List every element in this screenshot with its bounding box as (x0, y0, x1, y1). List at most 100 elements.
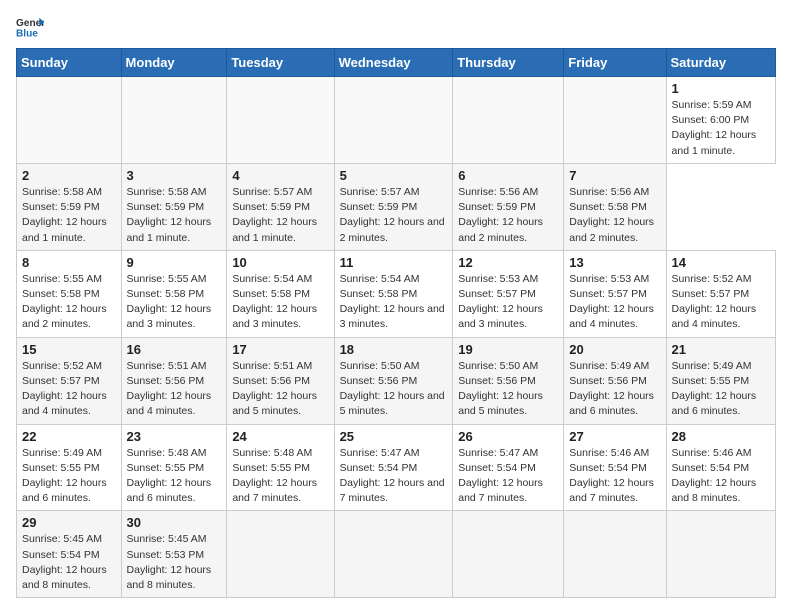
calendar-cell: 16 Sunrise: 5:51 AMSunset: 5:56 PMDayligh… (121, 337, 227, 424)
day-number: 4 (232, 168, 328, 183)
day-number: 18 (340, 342, 448, 357)
day-info: Sunrise: 5:59 AMSunset: 6:00 PMDaylight:… (672, 98, 770, 159)
day-info: Sunrise: 5:53 AMSunset: 5:57 PMDaylight:… (458, 272, 558, 333)
day-number: 17 (232, 342, 328, 357)
calendar-week-row: 1Sunrise: 5:59 AMSunset: 6:00 PMDaylight… (17, 77, 776, 164)
page-header: General Blue (16, 16, 776, 38)
header-friday: Friday (564, 49, 666, 77)
calendar-cell: 22 Sunrise: 5:49 AMSunset: 5:55 PMDayligh… (17, 424, 122, 511)
calendar-cell (121, 77, 227, 164)
day-number: 16 (127, 342, 222, 357)
calendar-cell: 2 Sunrise: 5:58 AMSunset: 5:59 PMDaylight… (17, 163, 122, 250)
calendar-cell (564, 511, 666, 598)
day-number: 28 (672, 429, 770, 444)
calendar-cell (334, 77, 453, 164)
calendar-cell: 23 Sunrise: 5:48 AMSunset: 5:55 PMDayligh… (121, 424, 227, 511)
day-number: 3 (127, 168, 222, 183)
day-number: 5 (340, 168, 448, 183)
calendar-cell: 10 Sunrise: 5:54 AMSunset: 5:58 PMDayligh… (227, 250, 334, 337)
day-info: Sunrise: 5:56 AMSunset: 5:59 PMDaylight:… (458, 185, 558, 246)
day-number: 29 (22, 515, 116, 530)
calendar-cell: 30 Sunrise: 5:45 AMSunset: 5:53 PMDayligh… (121, 511, 227, 598)
day-info: Sunrise: 5:48 AMSunset: 5:55 PMDaylight:… (232, 446, 328, 507)
day-info: Sunrise: 5:45 AMSunset: 5:53 PMDaylight:… (127, 532, 222, 593)
day-info: Sunrise: 5:50 AMSunset: 5:56 PMDaylight:… (458, 359, 558, 420)
day-info: Sunrise: 5:57 AMSunset: 5:59 PMDaylight:… (232, 185, 328, 246)
day-info: Sunrise: 5:54 AMSunset: 5:58 PMDaylight:… (232, 272, 328, 333)
day-info: Sunrise: 5:51 AMSunset: 5:56 PMDaylight:… (127, 359, 222, 420)
day-number: 13 (569, 255, 660, 270)
day-info: Sunrise: 5:55 AMSunset: 5:58 PMDaylight:… (22, 272, 116, 333)
day-info: Sunrise: 5:49 AMSunset: 5:55 PMDaylight:… (672, 359, 770, 420)
calendar-cell: 1Sunrise: 5:59 AMSunset: 6:00 PMDaylight… (666, 77, 775, 164)
day-info: Sunrise: 5:46 AMSunset: 5:54 PMDaylight:… (672, 446, 770, 507)
day-number: 14 (672, 255, 770, 270)
day-number: 22 (22, 429, 116, 444)
header-thursday: Thursday (453, 49, 564, 77)
day-number: 15 (22, 342, 116, 357)
day-number: 21 (672, 342, 770, 357)
calendar-header-row: SundayMondayTuesdayWednesdayThursdayFrid… (17, 49, 776, 77)
svg-text:Blue: Blue (16, 28, 38, 38)
calendar-cell (227, 77, 334, 164)
day-info: Sunrise: 5:54 AMSunset: 5:58 PMDaylight:… (340, 272, 448, 333)
calendar-cell: 28 Sunrise: 5:46 AMSunset: 5:54 PMDayligh… (666, 424, 775, 511)
calendar-cell: 21 Sunrise: 5:49 AMSunset: 5:55 PMDayligh… (666, 337, 775, 424)
calendar-cell: 26 Sunrise: 5:47 AMSunset: 5:54 PMDayligh… (453, 424, 564, 511)
calendar-cell: 3 Sunrise: 5:58 AMSunset: 5:59 PMDaylight… (121, 163, 227, 250)
day-info: Sunrise: 5:53 AMSunset: 5:57 PMDaylight:… (569, 272, 660, 333)
calendar-cell: 15 Sunrise: 5:52 AMSunset: 5:57 PMDayligh… (17, 337, 122, 424)
calendar-cell: 6Sunrise: 5:56 AMSunset: 5:59 PMDaylight… (453, 163, 564, 250)
day-info: Sunrise: 5:48 AMSunset: 5:55 PMDaylight:… (127, 446, 222, 507)
calendar-cell: 29 Sunrise: 5:45 AMSunset: 5:54 PMDayligh… (17, 511, 122, 598)
day-number: 26 (458, 429, 558, 444)
calendar-week-row: 15 Sunrise: 5:52 AMSunset: 5:57 PMDayligh… (17, 337, 776, 424)
calendar-week-row: 2 Sunrise: 5:58 AMSunset: 5:59 PMDaylight… (17, 163, 776, 250)
day-info: Sunrise: 5:47 AMSunset: 5:54 PMDaylight:… (340, 446, 448, 507)
calendar-cell: 4 Sunrise: 5:57 AMSunset: 5:59 PMDaylight… (227, 163, 334, 250)
day-info: Sunrise: 5:51 AMSunset: 5:56 PMDaylight:… (232, 359, 328, 420)
day-info: Sunrise: 5:46 AMSunset: 5:54 PMDaylight:… (569, 446, 660, 507)
calendar-cell: 11 Sunrise: 5:54 AMSunset: 5:58 PMDayligh… (334, 250, 453, 337)
day-number: 23 (127, 429, 222, 444)
day-info: Sunrise: 5:49 AMSunset: 5:55 PMDaylight:… (22, 446, 116, 507)
calendar-cell (334, 511, 453, 598)
day-info: Sunrise: 5:45 AMSunset: 5:54 PMDaylight:… (22, 532, 116, 593)
day-info: Sunrise: 5:55 AMSunset: 5:58 PMDaylight:… (127, 272, 222, 333)
day-number: 12 (458, 255, 558, 270)
calendar-cell: 9 Sunrise: 5:55 AMSunset: 5:58 PMDaylight… (121, 250, 227, 337)
day-info: Sunrise: 5:52 AMSunset: 5:57 PMDaylight:… (672, 272, 770, 333)
day-info: Sunrise: 5:52 AMSunset: 5:57 PMDaylight:… (22, 359, 116, 420)
calendar-week-row: 29 Sunrise: 5:45 AMSunset: 5:54 PMDayligh… (17, 511, 776, 598)
generalblue-logo-icon: General Blue (16, 16, 44, 38)
calendar-cell (564, 77, 666, 164)
calendar-cell (453, 77, 564, 164)
day-info: Sunrise: 5:47 AMSunset: 5:54 PMDaylight:… (458, 446, 558, 507)
day-number: 20 (569, 342, 660, 357)
calendar-week-row: 8 Sunrise: 5:55 AMSunset: 5:58 PMDaylight… (17, 250, 776, 337)
day-number: 2 (22, 168, 116, 183)
calendar-cell: 20 Sunrise: 5:49 AMSunset: 5:56 PMDayligh… (564, 337, 666, 424)
day-info: Sunrise: 5:58 AMSunset: 5:59 PMDaylight:… (127, 185, 222, 246)
calendar-cell: 12 Sunrise: 5:53 AMSunset: 5:57 PMDayligh… (453, 250, 564, 337)
header-sunday: Sunday (17, 49, 122, 77)
day-info: Sunrise: 5:50 AMSunset: 5:56 PMDaylight:… (340, 359, 448, 420)
day-number: 19 (458, 342, 558, 357)
day-info: Sunrise: 5:58 AMSunset: 5:59 PMDaylight:… (22, 185, 116, 246)
header-tuesday: Tuesday (227, 49, 334, 77)
calendar-cell: 24 Sunrise: 5:48 AMSunset: 5:55 PMDayligh… (227, 424, 334, 511)
header-saturday: Saturday (666, 49, 775, 77)
calendar-cell: 8 Sunrise: 5:55 AMSunset: 5:58 PMDaylight… (17, 250, 122, 337)
calendar-cell (666, 511, 775, 598)
calendar-cell: 17 Sunrise: 5:51 AMSunset: 5:56 PMDayligh… (227, 337, 334, 424)
day-number: 24 (232, 429, 328, 444)
day-number: 8 (22, 255, 116, 270)
day-number: 25 (340, 429, 448, 444)
day-number: 10 (232, 255, 328, 270)
day-number: 11 (340, 255, 448, 270)
day-number: 9 (127, 255, 222, 270)
calendar-cell: 13 Sunrise: 5:53 AMSunset: 5:57 PMDayligh… (564, 250, 666, 337)
day-number: 30 (127, 515, 222, 530)
calendar-cell: 19 Sunrise: 5:50 AMSunset: 5:56 PMDayligh… (453, 337, 564, 424)
day-info: Sunrise: 5:49 AMSunset: 5:56 PMDaylight:… (569, 359, 660, 420)
